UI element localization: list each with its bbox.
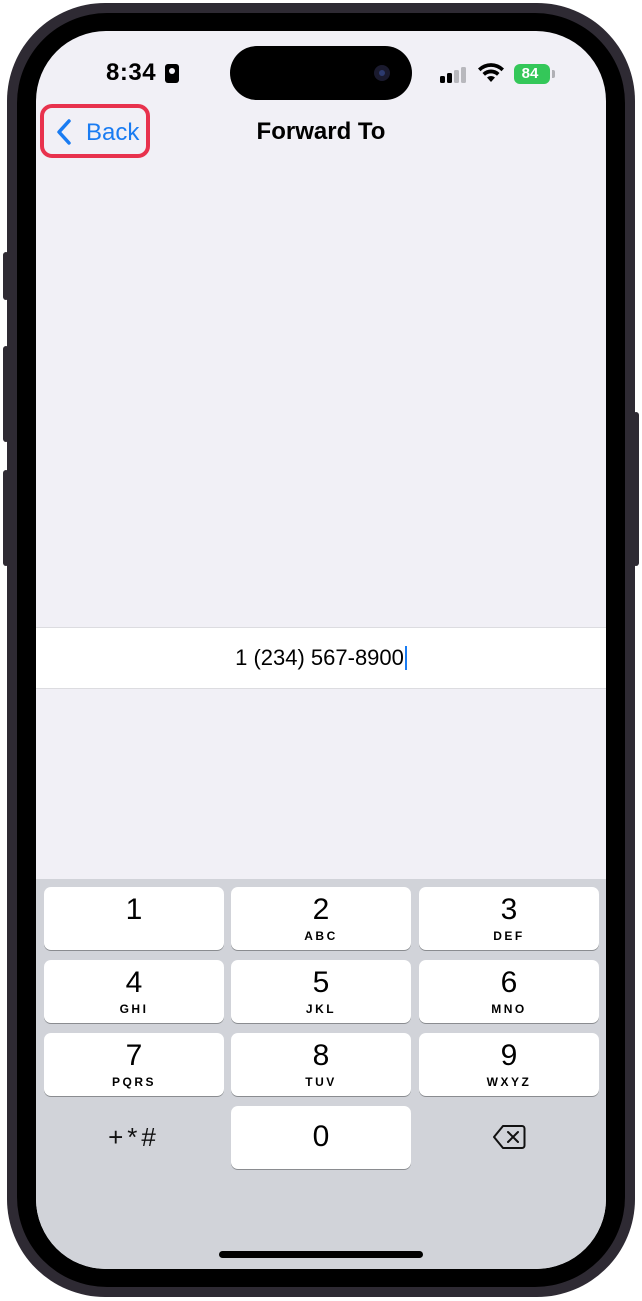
- key-letters: MNO: [491, 1002, 527, 1016]
- key-1[interactable]: 1: [44, 887, 224, 950]
- key-7[interactable]: 7 PQRS: [44, 1033, 224, 1096]
- battery-cap: [552, 70, 555, 78]
- key-letters: JKL: [305, 1002, 337, 1016]
- volume-up-button: [3, 346, 9, 442]
- key-digit: 4: [125, 966, 143, 999]
- key-letters: TUV: [305, 1075, 337, 1089]
- key-letters: GHI: [119, 1002, 149, 1016]
- symbols-label: +*#: [108, 1122, 160, 1152]
- battery-icon: 84: [514, 64, 550, 84]
- key-digit: 0: [312, 1120, 330, 1153]
- key-8[interactable]: 8 TUV: [231, 1033, 411, 1096]
- backspace-icon: [493, 1125, 526, 1149]
- camera-icon: [374, 65, 390, 81]
- forward-number-input[interactable]: 1 (234) 567-8900: [36, 627, 606, 689]
- power-button: [633, 412, 639, 566]
- screen: 8:34 84 Back Forward To 1 (234) 567-8900…: [36, 31, 606, 1269]
- key-digit: 1: [125, 893, 143, 926]
- status-bar: 8:34 84: [36, 31, 606, 111]
- key-4[interactable]: 4 GHI: [44, 960, 224, 1023]
- key-digit: 2: [312, 893, 330, 926]
- key-5[interactable]: 5 JKL: [231, 960, 411, 1023]
- navigation-bar: Back Forward To: [36, 101, 606, 161]
- key-letters: WXYZ: [486, 1075, 532, 1089]
- forward-number-value: 1 (234) 567-8900: [36, 645, 606, 671]
- key-letters: PQRS: [111, 1075, 156, 1089]
- focus-badge-icon: [165, 64, 179, 83]
- numeric-keypad: 1 2 ABC 3 DEF 4 GHI 5 JKL 6 MNO 7 PQRS 8…: [36, 879, 606, 1269]
- page-title: Forward To: [256, 118, 386, 145]
- key-letters: ABC: [304, 929, 338, 943]
- key-symbols[interactable]: +*#: [44, 1106, 224, 1169]
- key-digit: 8: [312, 1039, 330, 1072]
- status-time: 8:34: [106, 59, 157, 86]
- key-digit: 9: [500, 1039, 518, 1072]
- key-9[interactable]: 9 WXYZ: [419, 1033, 599, 1096]
- battery-level: 84: [521, 65, 539, 82]
- delete-button[interactable]: [419, 1106, 599, 1169]
- key-digit: 6: [500, 966, 518, 999]
- key-0[interactable]: 0: [231, 1106, 411, 1169]
- key-digit: 7: [125, 1039, 143, 1072]
- key-6[interactable]: 6 MNO: [419, 960, 599, 1023]
- dynamic-island: [230, 46, 412, 100]
- cellular-signal-icon: [440, 67, 470, 83]
- wifi-icon: [478, 63, 504, 82]
- volume-down-button: [3, 470, 9, 566]
- key-digit: 3: [500, 893, 518, 926]
- key-2[interactable]: 2 ABC: [231, 887, 411, 950]
- key-digit: 5: [312, 966, 330, 999]
- key-letters: DEF: [493, 929, 525, 943]
- action-button: [3, 252, 9, 300]
- home-indicator[interactable]: [219, 1251, 423, 1258]
- key-3[interactable]: 3 DEF: [419, 887, 599, 950]
